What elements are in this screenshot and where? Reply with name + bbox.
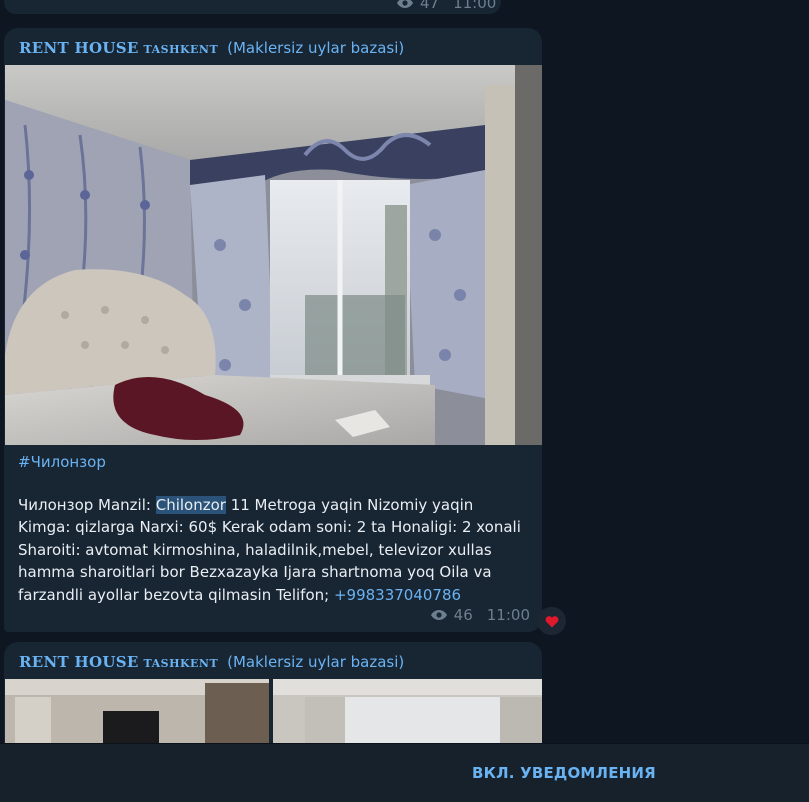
next-channel-name-sub: TASHKENT <box>143 657 219 670</box>
message-text-start: Чилонзор Manzil: <box>18 496 156 514</box>
previous-views-count: 47 <box>420 0 440 12</box>
bottom-bar: ВКЛ. УВЕДОМЛЕНИЯ <box>0 743 809 802</box>
highlighted-search-term: Chilonzor <box>155 496 226 514</box>
previous-time: 11:00 <box>453 0 497 12</box>
message-feed[interactable]: 47 11:00 RENT HOUSE TASHKENT (Maklersiz … <box>0 0 809 743</box>
previous-message-meta: 47 11:00 <box>396 0 496 12</box>
channel-name-main: RENT HOUSE <box>19 39 139 57</box>
views-count: 46 <box>453 606 473 624</box>
next-post-photos[interactable] <box>5 679 542 743</box>
next-channel-name[interactable]: RENT HOUSE TASHKENT (Maklersiz uylar baz… <box>19 652 404 674</box>
views-icon <box>397 0 413 8</box>
heart-reaction-button[interactable] <box>537 607 566 635</box>
next-message-bubble[interactable]: RENT HOUSE TASHKENT (Maklersiz uylar baz… <box>4 642 542 743</box>
message-bubble[interactable]: RENT HOUSE TASHKENT (Maklersiz uylar baz… <box>4 28 542 632</box>
message-meta: 46 11:00 <box>430 606 530 624</box>
enable-notifications-button[interactable]: ВКЛ. УВЕДОМЛЕНИЯ <box>472 764 656 782</box>
post-photo[interactable] <box>5 65 542 445</box>
channel-name-sub: TASHKENT <box>143 43 219 56</box>
message-time: 11:00 <box>486 606 530 624</box>
heart-icon <box>545 615 558 627</box>
room-photos-image <box>5 679 542 743</box>
next-channel-name-main: RENT HOUSE <box>19 653 139 671</box>
message-text: Чилонзор Manzil: Chilonzor 11 Metroga ya… <box>18 494 528 606</box>
bedroom-photo-image <box>5 65 542 445</box>
phone-link[interactable]: +998337040786 <box>334 586 461 604</box>
channel-name[interactable]: RENT HOUSE TASHKENT (Maklersiz uylar baz… <box>19 38 404 60</box>
hashtag-link[interactable]: #Чилонзор <box>18 453 106 471</box>
views-icon <box>430 610 447 620</box>
channel-description: (Maklersiz uylar bazasi) <box>227 39 405 57</box>
next-channel-description: (Maklersiz uylar bazasi) <box>227 653 405 671</box>
